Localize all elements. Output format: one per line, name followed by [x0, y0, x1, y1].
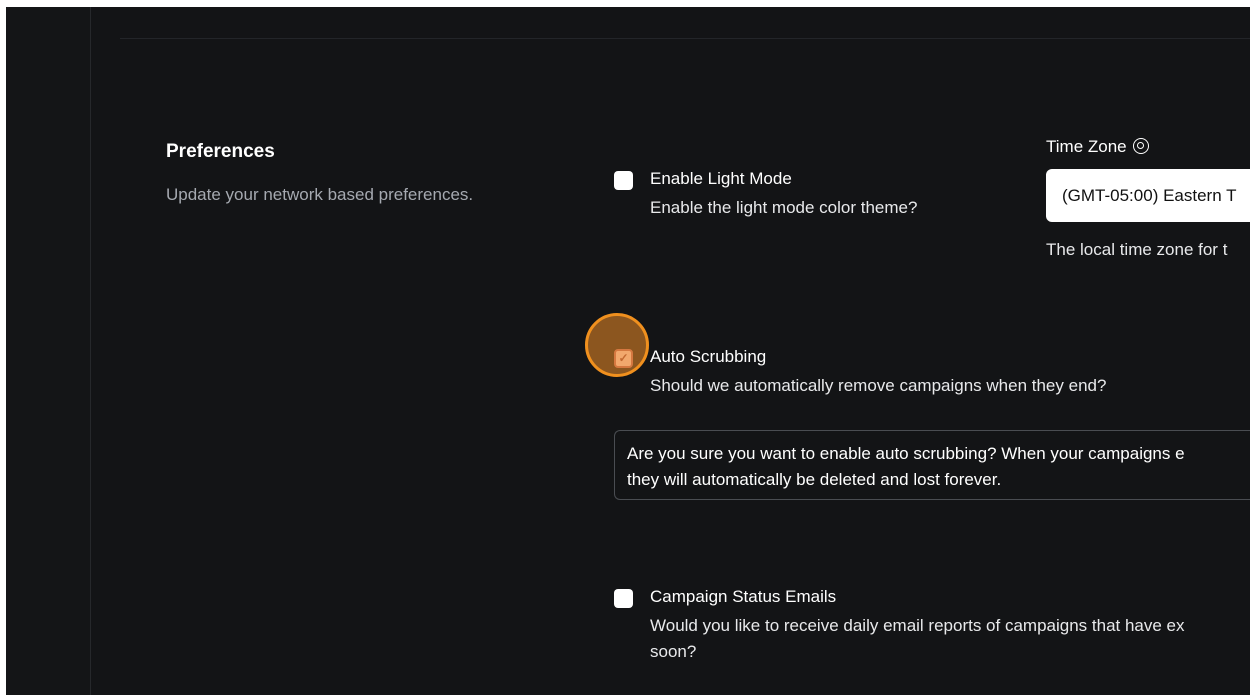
- globe-icon: [1133, 138, 1150, 154]
- preferences-description: Update your network based preferences.: [166, 185, 474, 204]
- section-divider: [120, 38, 1250, 39]
- light-mode-checkbox[interactable]: [614, 171, 633, 190]
- status-emails-label[interactable]: Campaign Status Emails: [650, 587, 836, 607]
- status-emails-option: Campaign Status Emails Would you like to…: [614, 587, 1250, 677]
- auto-scrubbing-description: Should we automatically remove campaigns…: [650, 376, 1107, 395]
- warning-line-2: they will automatically be deleted and l…: [627, 470, 1002, 489]
- auto-scrubbing-warning: Are you sure you want to enable auto scr…: [614, 430, 1250, 500]
- status-emails-description: Would you like to receive daily email re…: [650, 613, 1250, 665]
- sidebar: [6, 7, 91, 695]
- status-emails-checkbox[interactable]: [614, 589, 633, 608]
- app-window: Preferences Update your network based pr…: [6, 7, 1250, 695]
- warning-line-1: Are you sure you want to enable auto scr…: [627, 444, 1185, 463]
- auto-scrubbing-option: ✓ Auto Scrubbing Should we automatically…: [614, 347, 1250, 407]
- light-mode-label[interactable]: Enable Light Mode: [650, 169, 792, 189]
- settings-content: Preferences Update your network based pr…: [91, 7, 1250, 695]
- auto-scrubbing-label[interactable]: Auto Scrubbing: [650, 347, 766, 367]
- checkmark-icon: ✓: [618, 351, 629, 365]
- auto-scrubbing-checkbox[interactable]: ✓: [614, 349, 633, 368]
- status-emails-description-line-1: Would you like to receive daily email re…: [650, 616, 1185, 635]
- preferences-title: Preferences: [166, 141, 275, 162]
- timezone-label: Time Zone: [1046, 137, 1150, 157]
- timezone-label-text: Time Zone: [1046, 137, 1127, 156]
- timezone-select[interactable]: (GMT-05:00) Eastern T: [1046, 169, 1250, 222]
- status-emails-description-line-2: soon?: [650, 642, 697, 661]
- timezone-help-text: The local time zone for t: [1046, 240, 1228, 259]
